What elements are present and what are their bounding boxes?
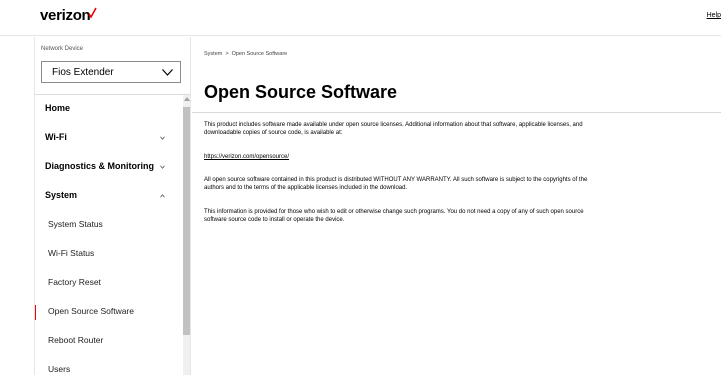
sidebar-item-reboot-router[interactable]: Reboot Router bbox=[35, 327, 183, 356]
sidebar-item-diagnostics[interactable]: Diagnostics & Monitoring bbox=[35, 153, 183, 182]
top-bar: verizon Help bbox=[0, 0, 721, 36]
verizon-logo[interactable]: verizon bbox=[40, 7, 91, 24]
network-device-select[interactable]: Fios Extender bbox=[41, 61, 181, 83]
sidebar-item-label: System bbox=[45, 190, 78, 200]
scrollbar-thumb[interactable] bbox=[183, 107, 190, 335]
warranty-paragraph: All open source software contained in th… bbox=[204, 177, 588, 191]
sidebar-item-home[interactable]: Home bbox=[35, 95, 183, 124]
breadcrumb-separator: > bbox=[225, 51, 229, 57]
breadcrumb-current: Open Source Software bbox=[231, 51, 288, 57]
sidebar-item-label: Home bbox=[45, 103, 71, 113]
sidebar-item-system-status[interactable]: System Status bbox=[35, 211, 183, 240]
scroll-up-arrow-icon[interactable] bbox=[184, 97, 190, 101]
sidebar-item-factory-reset[interactable]: Factory Reset bbox=[35, 269, 183, 298]
help-link[interactable]: Help bbox=[707, 12, 721, 19]
intro-paragraph: This product includes software made avai… bbox=[204, 122, 583, 136]
breadcrumb: System > Open Source Software bbox=[204, 51, 287, 57]
verizon-checkmark-icon bbox=[88, 7, 97, 19]
chevron-down-icon bbox=[160, 136, 165, 140]
chevron-up-icon bbox=[160, 194, 165, 198]
breadcrumb-system[interactable]: System bbox=[204, 51, 222, 57]
network-device-value: Fios Extender bbox=[52, 67, 114, 78]
title-divider bbox=[192, 112, 721, 113]
sidebar-item-label: Diagnostics & Monitoring bbox=[45, 161, 154, 171]
sidebar-item-wifi-status[interactable]: Wi-Fi Status bbox=[35, 240, 183, 269]
sidebar-item-wifi[interactable]: Wi-Fi bbox=[35, 124, 183, 153]
sidebar-item-label: Users bbox=[48, 364, 71, 374]
active-indicator bbox=[35, 305, 36, 320]
main-content: System > Open Source Software Open Source … bbox=[192, 37, 721, 375]
chevron-down-icon bbox=[162, 69, 173, 76]
sidebar-item-label: System Status bbox=[48, 219, 103, 229]
opensource-link-line: https://verizon.com/opensource/ bbox=[204, 154, 604, 162]
sidebar-item-label: Reboot Router bbox=[48, 335, 104, 345]
opensource-link[interactable]: https://verizon.com/opensource/ bbox=[204, 154, 289, 160]
network-device-label: Network Device bbox=[41, 46, 84, 52]
sidebar: Network Device Fios Extender Home Wi-Fi … bbox=[34, 37, 191, 375]
page-title: Open Source Software bbox=[204, 82, 398, 102]
sidebar-item-label: Factory Reset bbox=[48, 277, 101, 287]
sidebar-item-label: Wi-Fi Status bbox=[48, 248, 95, 258]
sidebar-item-label: Open Source Software bbox=[48, 306, 134, 316]
chevron-down-icon bbox=[160, 165, 165, 169]
sidebar-scrollbar[interactable] bbox=[183, 95, 190, 375]
sidebar-item-system[interactable]: System bbox=[35, 182, 183, 211]
sidebar-item-open-source-software[interactable]: Open Source Software bbox=[35, 298, 183, 327]
info-paragraph: This information is provided for those w… bbox=[204, 209, 584, 223]
sidebar-item-users[interactable]: Users bbox=[35, 356, 183, 375]
sidebar-item-label: Wi-Fi bbox=[45, 132, 67, 142]
